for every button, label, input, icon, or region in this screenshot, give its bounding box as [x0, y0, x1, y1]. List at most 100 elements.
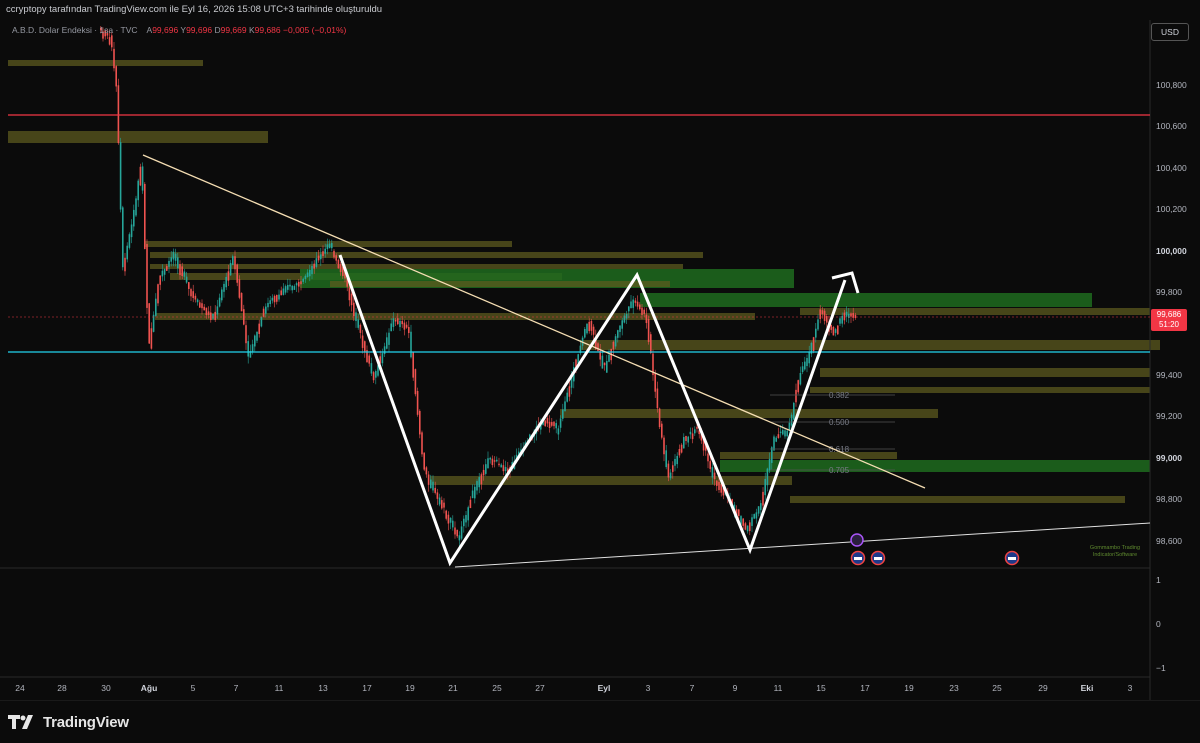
- candle-body: [751, 517, 753, 526]
- candle-body: [768, 458, 771, 471]
- symbol-legend[interactable]: A.B.D. Dolar Endeksi · 1sa · TVC A99,696…: [12, 25, 346, 35]
- candle-body: [269, 300, 271, 305]
- candle-body: [606, 361, 608, 373]
- candle-body: [742, 518, 744, 526]
- candle-body: [403, 322, 406, 330]
- candle-body: [553, 421, 555, 427]
- candle-body: [746, 525, 749, 532]
- indicator-label: 0: [1156, 619, 1161, 629]
- candle-body: [720, 484, 722, 493]
- candle-body: [423, 452, 425, 470]
- zone-15: [720, 452, 897, 459]
- candle-body: [438, 497, 441, 505]
- zone-17: [430, 476, 792, 485]
- candle-body: [617, 330, 619, 338]
- fib-label: 0.382: [829, 391, 850, 400]
- close-value: 99,686: [254, 25, 281, 35]
- low-value: 99,669: [220, 25, 247, 35]
- time-label: 23: [949, 683, 959, 693]
- candle-body: [749, 522, 751, 531]
- candle-body: [647, 319, 650, 342]
- price-label: 100,400: [1156, 163, 1187, 173]
- currency-button[interactable]: USD: [1151, 23, 1189, 41]
- candle-body: [713, 472, 716, 480]
- candle-body: [254, 335, 256, 347]
- time-label: Ağu: [141, 683, 158, 693]
- candle-body: [432, 481, 434, 491]
- candle-body: [126, 245, 128, 260]
- price-label: 99,200: [1156, 411, 1182, 421]
- candle-body: [691, 433, 694, 440]
- candle-body: [416, 390, 419, 415]
- price-chart[interactable]: 0.382 0.500 0.618 0.705 100,800 100,600 100,4…: [0, 0, 1200, 700]
- candle-body: [227, 271, 230, 281]
- time-label: 19: [405, 683, 415, 693]
- candle-body: [320, 254, 322, 260]
- candle-body: [788, 422, 791, 431]
- candle-body: [265, 306, 267, 314]
- candle-body: [315, 258, 318, 267]
- ascending-support-line: [454, 522, 1151, 568]
- time-label: 17: [860, 683, 870, 693]
- zone-1: [8, 131, 268, 143]
- candle-body: [238, 279, 241, 298]
- candle-body: [306, 272, 309, 277]
- bar-countdown: 51:20: [1158, 320, 1180, 329]
- candle-body: [357, 319, 359, 328]
- brand-name: TradingView: [43, 713, 129, 731]
- candle-body: [586, 323, 588, 334]
- candle-body: [454, 527, 456, 535]
- price-label: 99,400: [1156, 370, 1182, 380]
- us-flag-stripe: [1008, 557, 1016, 560]
- tradingview-logo[interactable]: TradingView: [8, 711, 129, 733]
- candle-body: [504, 466, 507, 471]
- candle-body: [709, 461, 711, 469]
- time-label: 28: [57, 683, 67, 693]
- us-flag-stripe: [854, 557, 862, 560]
- candle-body: [397, 318, 399, 325]
- candle-body: [830, 324, 832, 330]
- candle-body: [812, 337, 815, 352]
- candle-body: [309, 269, 311, 277]
- candle-body: [707, 453, 709, 462]
- candle-body: [258, 323, 260, 334]
- candle-body: [465, 515, 467, 523]
- candle-body: [797, 380, 799, 393]
- indicator-label: −1: [1156, 663, 1166, 673]
- candle-body: [179, 264, 181, 275]
- fib-label: 0.500: [829, 418, 850, 427]
- candle-body: [848, 313, 850, 318]
- candle-body: [608, 354, 610, 362]
- candle-body: [566, 392, 568, 402]
- candle-body: [234, 256, 236, 270]
- candle-body: [317, 255, 320, 261]
- candle-body: [267, 302, 269, 308]
- candle-body: [229, 262, 232, 276]
- candle-body: [683, 437, 685, 449]
- candle-body: [557, 428, 560, 435]
- candle-body: [588, 321, 590, 332]
- candle-body: [663, 437, 665, 455]
- candle-body: [117, 85, 120, 144]
- candle-body: [225, 276, 227, 288]
- time-label: Eki: [1081, 683, 1094, 693]
- zone-10: [155, 313, 755, 320]
- time-label: 21: [448, 683, 458, 693]
- candle-body: [834, 329, 837, 333]
- candle-body: [559, 418, 562, 428]
- candle-body: [124, 257, 126, 272]
- candle-body: [348, 287, 351, 301]
- candle-body: [375, 371, 377, 378]
- candle-body: [152, 314, 155, 332]
- candle-body: [133, 209, 135, 227]
- candle-body: [447, 514, 450, 524]
- candle-body: [584, 329, 586, 338]
- candle-body: [493, 460, 496, 462]
- candle-body: [641, 307, 643, 315]
- candle-body: [302, 278, 304, 282]
- candle-body: [601, 355, 604, 369]
- symbol-name[interactable]: A.B.D. Dolar Endeksi · 1sa · TVC: [12, 25, 138, 35]
- indicator-watermark: Gommambo Trading Indicator/Software: [1089, 545, 1141, 558]
- fib-label: 0.705: [829, 466, 850, 475]
- zone-0: [8, 60, 203, 66]
